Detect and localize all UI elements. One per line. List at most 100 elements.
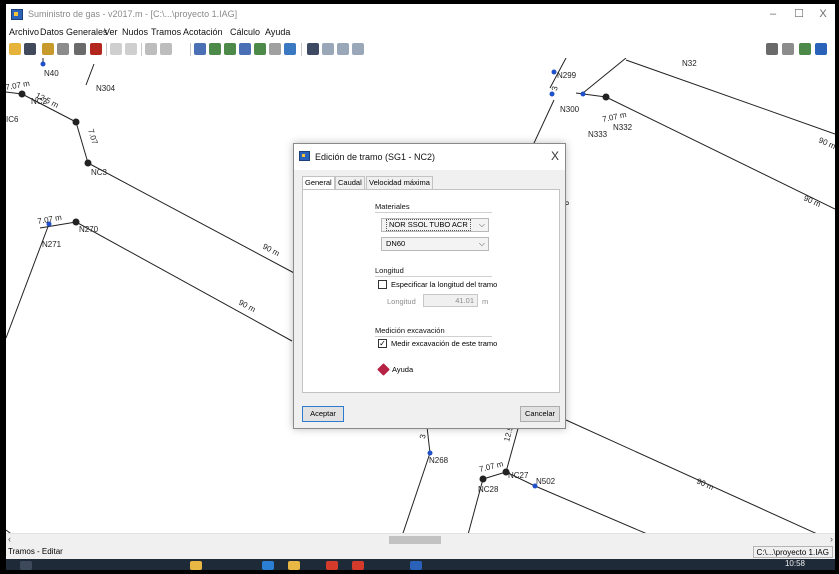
tab-velocidad-maxima[interactable]: Velocidad máxima	[366, 176, 433, 189]
label-n32x: N32	[682, 59, 697, 68]
arrow-down-icon[interactable]	[160, 43, 172, 55]
close-button[interactable]: X	[810, 6, 835, 22]
os-taskbar: 10:58	[6, 559, 835, 570]
dimension-angle-icon[interactable]	[352, 43, 364, 55]
dim-90-c: 90 m	[817, 136, 835, 152]
folder-icon[interactable]	[288, 561, 300, 570]
toolbar	[6, 41, 835, 58]
node-n299	[551, 69, 557, 75]
length-field[interactable]: 41.01	[423, 294, 478, 307]
redo-icon[interactable]	[125, 43, 137, 55]
excavacion-label: Medición excavación	[375, 326, 445, 335]
label-n271: N271	[42, 240, 62, 249]
menu-acotacion[interactable]: Acotación	[183, 27, 223, 37]
status-file: C:\...\proyecto 1.IAG	[752, 546, 833, 558]
specify-length-label: Especificar la longitud del tramo	[391, 280, 498, 289]
help-link[interactable]: Ayuda	[392, 365, 413, 374]
length-unit: m	[482, 297, 489, 306]
dim-90-e: 90 m	[695, 477, 715, 493]
menu-tramos[interactable]: Tramos	[151, 27, 181, 37]
app-icon	[11, 9, 23, 20]
copy-icon[interactable]	[57, 43, 69, 55]
dim-7-07-top: 7.07 m	[6, 79, 31, 92]
gas-app-task-icon[interactable]	[410, 561, 422, 570]
zoom-in-icon[interactable]	[209, 43, 221, 55]
minimize-button[interactable]: –	[760, 6, 786, 22]
open-icon[interactable]	[9, 43, 21, 55]
menu-bar: Archivo Datos Generales Ver Nudos Tramos…	[6, 26, 835, 41]
zoom-all-icon[interactable]	[239, 43, 251, 55]
node-n333	[580, 91, 586, 97]
clock: 10:58	[784, 559, 805, 568]
save-icon[interactable]	[24, 43, 36, 55]
dim-7-07-bottom: 7.07 m	[478, 459, 504, 474]
arrow-up-icon[interactable]	[145, 43, 157, 55]
label-nc3: NC3	[91, 168, 108, 177]
diameter-select[interactable]: DN60 ⌵	[381, 237, 489, 251]
label-nc28: NC28	[478, 485, 499, 494]
label-ic6: IC6	[6, 115, 19, 124]
dialog-app-icon	[299, 151, 310, 161]
tab-general[interactable]: General	[302, 176, 335, 190]
dim-90-d: 90 m	[802, 194, 822, 210]
weather-icon[interactable]	[190, 561, 202, 570]
menu-ver[interactable]: Ver	[104, 27, 118, 37]
measure-excavation-checkbox[interactable]: ✓	[378, 339, 387, 348]
calculate-icon[interactable]	[815, 43, 827, 55]
menu-ayuda[interactable]: Ayuda	[265, 27, 290, 37]
node-n332	[602, 93, 610, 101]
cancel-button[interactable]: Cancelar	[520, 406, 560, 422]
menu-archivo[interactable]: Archivo	[9, 27, 39, 37]
node-n268	[427, 450, 433, 456]
tab-caudal[interactable]: Caudal	[335, 176, 365, 189]
scroll-right-icon[interactable]: ›	[830, 534, 833, 544]
edit-segment-dialog: Edición de tramo (SG1 - NC2) X General C…	[293, 143, 566, 429]
app-window: Suministro de gas - v2017.m - [C:\...\pr…	[6, 4, 835, 570]
tools-icon[interactable]	[782, 43, 794, 55]
menu-datos-generales[interactable]: Datos Generales	[40, 27, 108, 37]
browser-icon[interactable]	[262, 561, 274, 570]
undo-icon[interactable]	[110, 43, 122, 55]
node-n300	[549, 91, 555, 97]
magnet-icon[interactable]	[90, 43, 102, 55]
zoom-out-icon[interactable]	[224, 43, 236, 55]
menu-calculo[interactable]: Cálculo	[230, 27, 260, 37]
redraw-icon[interactable]	[284, 43, 296, 55]
maximize-button[interactable]: ☐	[786, 6, 812, 22]
menu-nudos[interactable]: Nudos	[122, 27, 148, 37]
chevron-down-icon: ⌵	[478, 220, 485, 229]
pan-icon[interactable]	[269, 43, 281, 55]
label-n332: N332	[613, 123, 633, 132]
print-icon[interactable]	[74, 43, 86, 55]
settings-icon[interactable]	[766, 43, 778, 55]
table-icon[interactable]	[307, 43, 319, 55]
specify-length-checkbox[interactable]	[378, 280, 387, 289]
chrome-icon[interactable]	[326, 561, 338, 570]
dialog-close-button[interactable]: X	[551, 149, 559, 163]
scroll-left-icon[interactable]: ‹	[8, 534, 11, 544]
label-nc27: NC27	[508, 471, 529, 480]
zoom-previous-icon[interactable]	[254, 43, 266, 55]
status-bar: Tramos - Editar C:\...\proyecto 1.IAG	[6, 545, 835, 559]
dim-7-07-right: 7.07 m	[602, 110, 628, 124]
window-title: Suministro de gas - v2017.m - [C:\...\pr…	[28, 9, 238, 19]
label-n333: N333	[588, 130, 608, 139]
grid-icon[interactable]	[799, 43, 811, 55]
scroll-thumb[interactable]	[389, 536, 441, 544]
dimension-aligned-icon[interactable]	[337, 43, 349, 55]
label-n40: N40	[44, 69, 59, 78]
accept-button[interactable]: Aceptar	[302, 406, 344, 422]
label-n300: N300	[560, 105, 580, 114]
app-red-icon[interactable]	[352, 561, 364, 570]
node-nc3-a	[72, 118, 80, 126]
horizontal-scrollbar[interactable]: ‹ ›	[6, 533, 835, 545]
zoom-window-icon[interactable]	[194, 43, 206, 55]
start-icon[interactable]	[20, 561, 32, 570]
help-icon[interactable]	[377, 363, 390, 376]
materiales-label: Materiales	[375, 202, 410, 211]
dialog-title-bar: Edición de tramo (SG1 - NC2) X	[294, 144, 565, 170]
label-n268: N268	[429, 456, 449, 465]
dimension-icon[interactable]	[322, 43, 334, 55]
material-select[interactable]: NOR SSOL TUBO ACR ⌵	[381, 218, 489, 232]
cut-icon[interactable]	[42, 43, 54, 55]
